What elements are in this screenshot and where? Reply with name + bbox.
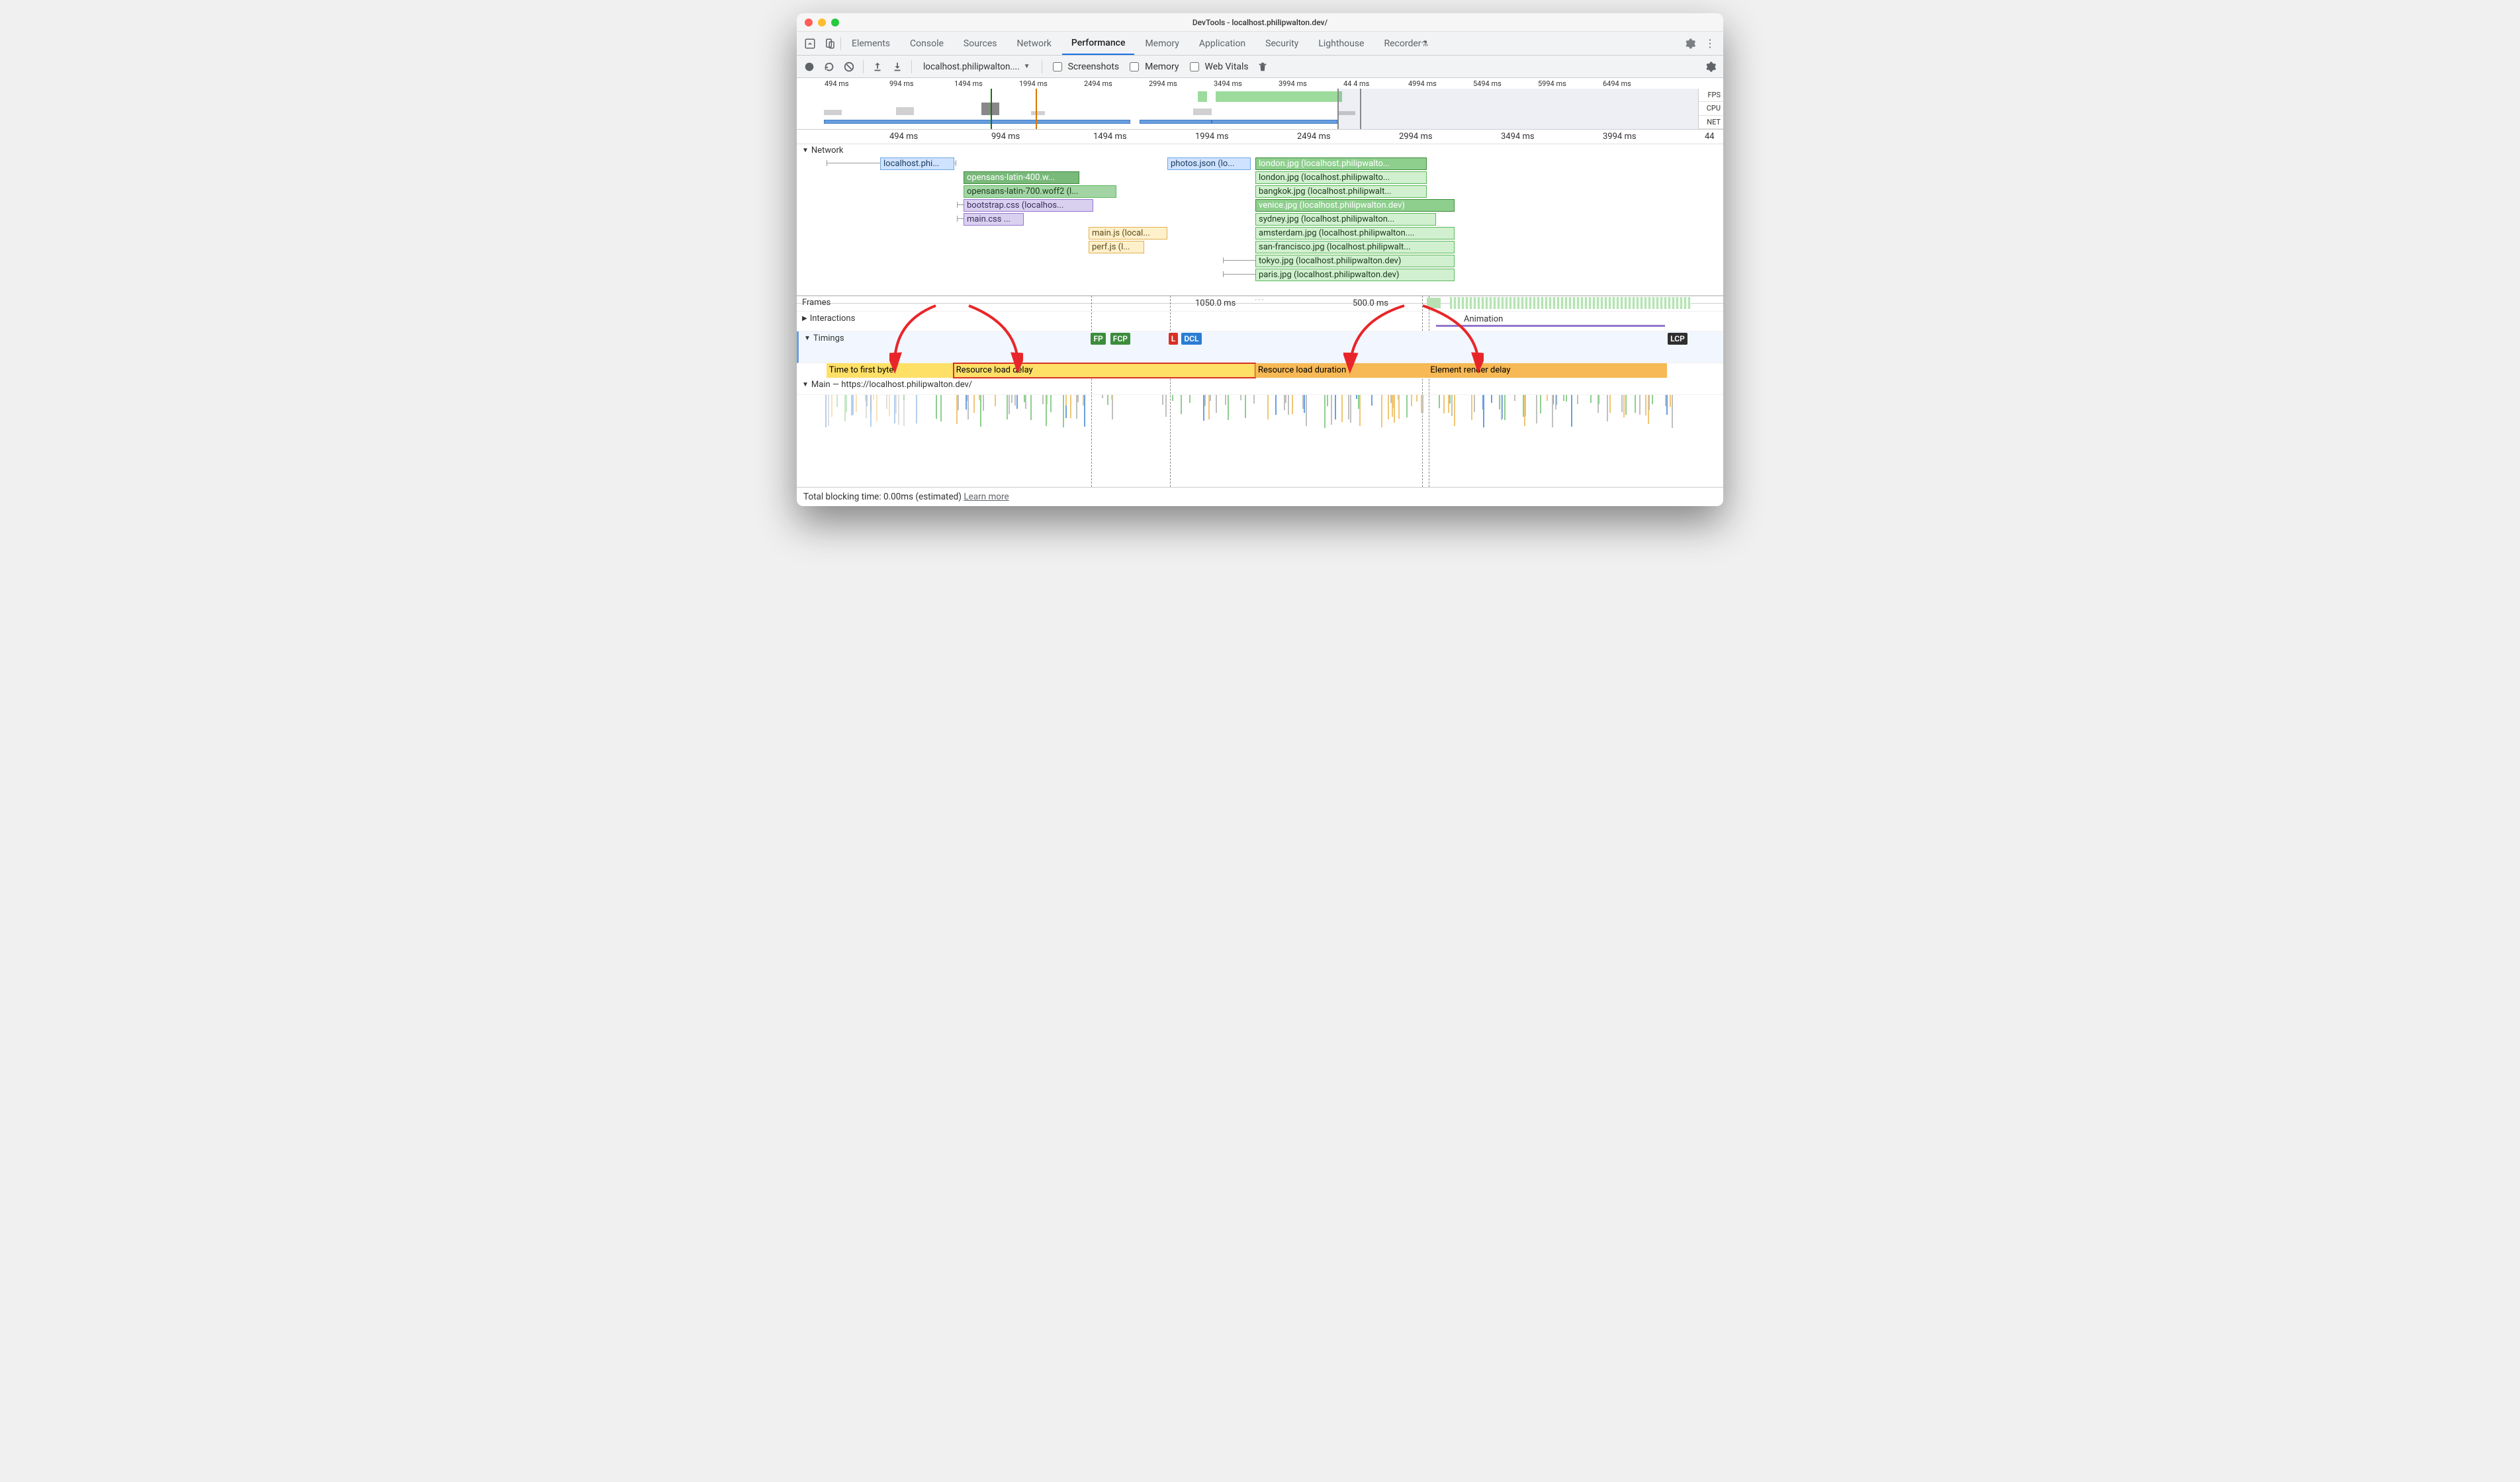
interactions-row: ▶Interactions Animation xyxy=(797,312,1723,331)
reload-icon[interactable] xyxy=(823,61,835,73)
network-request[interactable]: main.css ... xyxy=(964,213,1024,226)
network-request[interactable]: bangkok.jpg (localhost.philipwalt... xyxy=(1255,185,1427,198)
network-waterfall[interactable]: localhost.phi... opensans-latin-400.w...o… xyxy=(797,157,1723,296)
network-request[interactable]: photos.json (lo... xyxy=(1167,157,1251,170)
tab-console[interactable]: Console xyxy=(901,32,953,55)
timing-marker-fcp[interactable]: FCP xyxy=(1110,333,1130,345)
frames-row: Frames 1050.0 ms 500.0 ms xyxy=(797,296,1723,312)
network-request[interactable]: venice.jpg (localhost.philipwalton.dev) xyxy=(1255,199,1455,212)
tab-memory[interactable]: Memory xyxy=(1136,32,1188,55)
kebab-icon[interactable]: ⋮ xyxy=(1701,34,1719,53)
tab-sources[interactable]: Sources xyxy=(954,32,1007,55)
network-request[interactable]: localhost.phi... xyxy=(880,157,954,170)
flame-chart[interactable]: Frames 1050.0 ms 500.0 ms ▶Interactions … xyxy=(797,296,1723,488)
tab-elements[interactable]: Elements xyxy=(842,32,899,55)
record-icon[interactable] xyxy=(803,61,815,73)
network-request[interactable]: bootstrap.css (localhos... xyxy=(964,199,1093,212)
main-thread-tasks[interactable] xyxy=(797,395,1723,461)
inspect-icon[interactable] xyxy=(801,34,819,53)
timing-marker-dcl[interactable]: DCL xyxy=(1181,333,1201,345)
timings-row: ▼Timings FPFCPLDCLLCP xyxy=(797,331,1723,363)
settings-icon[interactable] xyxy=(1705,61,1717,73)
network-request[interactable]: opensans-latin-700.woff2 (l... xyxy=(964,185,1116,198)
tab-recorder[interactable]: Recorder ⚗ xyxy=(1374,32,1437,55)
screenshots-checkbox[interactable]: Screenshots xyxy=(1050,60,1120,73)
timeline-ruler[interactable]: 494 ms994 ms1494 ms1994 ms2494 ms2994 ms… xyxy=(797,130,1723,144)
tab-application[interactable]: Application xyxy=(1190,32,1255,55)
flask-icon: ⚗ xyxy=(1421,39,1429,48)
clear-icon[interactable] xyxy=(843,61,855,73)
tab-network[interactable]: Network xyxy=(1008,32,1061,55)
network-request[interactable]: sydney.jpg (localhost.philipwalton... xyxy=(1255,213,1436,226)
titlebar: DevTools - localhost.philipwalton.dev/ xyxy=(797,13,1723,32)
tab-lighthouse[interactable]: Lighthouse xyxy=(1309,32,1373,55)
upload-icon[interactable] xyxy=(872,61,883,73)
lcp-segment[interactable]: Resource load duration xyxy=(1255,363,1427,378)
webvitals-checkbox[interactable]: Web Vitals xyxy=(1187,60,1249,73)
network-request[interactable]: tokyo.jpg (localhost.philipwalton.dev) xyxy=(1255,255,1455,267)
timing-marker-lcp[interactable]: LCP xyxy=(1668,333,1688,345)
overview-strip[interactable]: 494 ms994 ms1494 ms1994 ms2494 ms2994 ms… xyxy=(797,78,1723,130)
trash-icon[interactable] xyxy=(1257,61,1269,73)
network-request[interactable]: perf.js (l... xyxy=(1089,241,1144,253)
blocking-time: Total blocking time: 0.00ms (estimated) xyxy=(803,492,962,502)
memory-checkbox[interactable]: Memory xyxy=(1127,60,1179,73)
download-icon[interactable] xyxy=(891,61,903,73)
profile-select[interactable]: localhost.philipwalton....▼ xyxy=(920,60,1034,74)
net-label: NET xyxy=(1699,116,1723,129)
main-row[interactable]: ▼Main — https://localhost.philipwalton.d… xyxy=(797,378,1723,395)
lcp-segment[interactable]: Resource load delay xyxy=(954,363,1255,378)
network-request[interactable]: paris.jpg (localhost.philipwalton.dev) xyxy=(1255,269,1455,281)
network-request[interactable]: london.jpg (localhost.philipwalto... xyxy=(1255,171,1427,184)
network-request[interactable]: london.jpg (localhost.philipwalto... xyxy=(1255,157,1427,170)
device-icon[interactable] xyxy=(821,34,839,53)
cpu-label: CPU xyxy=(1699,102,1723,115)
panel-tabs: Elements Console Sources Network Perform… xyxy=(797,32,1723,56)
lcp-segment[interactable]: Element render delay xyxy=(1427,363,1666,378)
timing-marker-l[interactable]: L xyxy=(1169,333,1179,345)
lcp-breakdown-row: Time to first byteResource load delayRes… xyxy=(797,363,1723,378)
window-title: DevTools - localhost.philipwalton.dev/ xyxy=(797,18,1723,27)
timing-marker-fp[interactable]: FP xyxy=(1091,333,1105,345)
network-request[interactable]: amsterdam.jpg (localhost.philipwalton...… xyxy=(1255,227,1455,240)
network-request[interactable]: opensans-latin-400.w... xyxy=(964,171,1079,184)
network-header[interactable]: ▼Network xyxy=(797,144,1723,157)
network-request[interactable]: main.js (local... xyxy=(1089,227,1167,240)
tab-performance[interactable]: Performance xyxy=(1062,32,1135,55)
lcp-segment[interactable]: Time to first byte xyxy=(827,363,954,378)
network-request[interactable]: san-francisco.jpg (localhost.philipwalt.… xyxy=(1255,241,1455,253)
learn-more-link[interactable]: Learn more xyxy=(964,492,1009,502)
footer: Total blocking time: 0.00ms (estimated) … xyxy=(797,488,1723,506)
gear-icon[interactable] xyxy=(1681,34,1699,53)
tab-security[interactable]: Security xyxy=(1256,32,1308,55)
fps-label: FPS xyxy=(1699,89,1723,102)
devtools-window: DevTools - localhost.philipwalton.dev/ E… xyxy=(797,13,1723,506)
perf-toolbar: localhost.philipwalton....▼ Screenshots … xyxy=(797,56,1723,78)
